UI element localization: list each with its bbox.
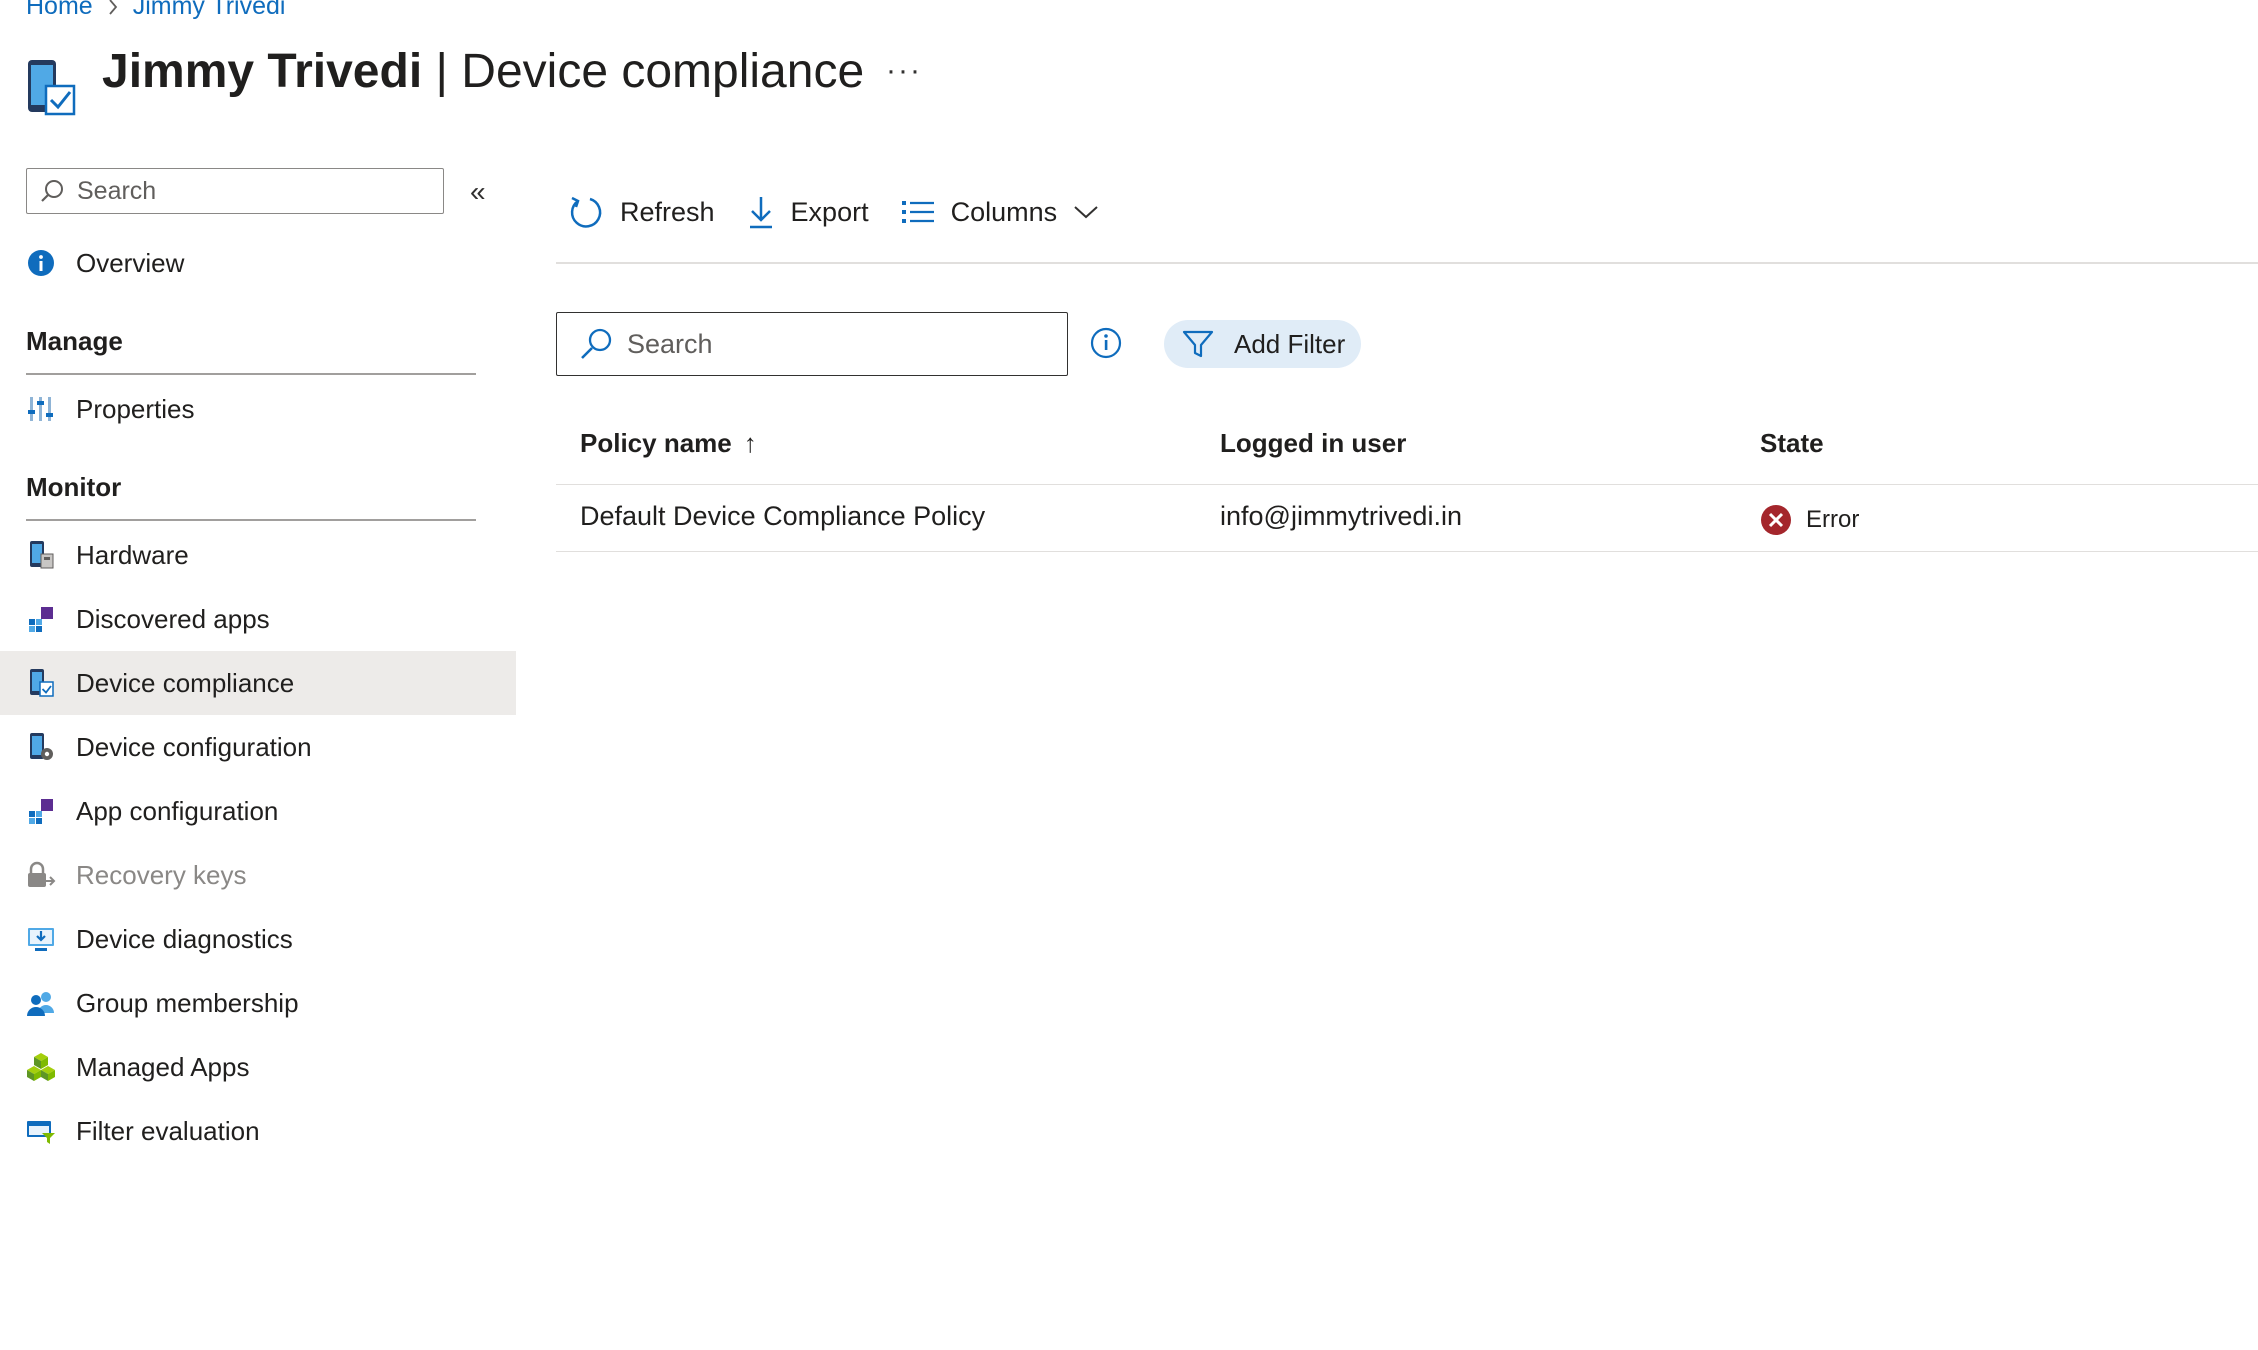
state-cell: Error (1760, 504, 1859, 536)
section-heading-manage: Manage (26, 326, 123, 356)
sidebar-item-label: Managed Apps (76, 1051, 250, 1082)
filter-evaluation-icon (26, 1116, 56, 1146)
sidebar-item-label: Discovered apps (76, 603, 270, 634)
group-membership-icon (26, 988, 56, 1018)
section-divider (26, 373, 476, 375)
breadcrumb-home[interactable]: Home (26, 0, 93, 21)
sidebar-item-group-membership[interactable]: Group membership (0, 971, 516, 1035)
main-search-input[interactable] (613, 327, 1067, 361)
chevron-right-icon (107, 0, 119, 16)
table-header: Policy name ↑ Logged in user State (556, 414, 2258, 485)
sidebar-item-label: Device diagnostics (76, 923, 293, 954)
sidebar-item-hardware[interactable]: Hardware (0, 523, 516, 587)
refresh-icon (568, 194, 604, 230)
sidebar-item-filter-evaluation[interactable]: Filter evaluation (0, 1099, 516, 1163)
table-row[interactable]: Default Device Compliance Policy info@ji… (556, 485, 2258, 552)
hardware-icon (26, 540, 56, 570)
column-header-logged-in-user[interactable]: Logged in user (1220, 428, 1406, 459)
breadcrumb: Home Jimmy Trivedi (26, 0, 285, 21)
sidebar-item-recovery-keys[interactable]: Recovery keys (0, 843, 516, 907)
sidebar-item-label: Overview (76, 247, 185, 278)
properties-icon (26, 394, 56, 424)
section-heading-monitor: Monitor (26, 472, 122, 502)
sidebar-item-label: Properties (76, 393, 195, 424)
filter-icon (1182, 329, 1214, 359)
page-title-device-name: Jimmy Trivedi (102, 45, 423, 98)
sort-ascending-icon: ↑ (743, 428, 757, 458)
managed-apps-icon (26, 1052, 56, 1082)
breadcrumb-jimmy-trivedi[interactable]: Jimmy Trivedi (133, 0, 286, 21)
columns-button[interactable]: Columns (901, 197, 1100, 228)
policy-name-cell[interactable]: Default Device Compliance Policy (580, 501, 985, 532)
command-bar-divider (556, 262, 2258, 264)
column-header-label: Policy name (580, 428, 732, 458)
sidebar-item-label: App configuration (76, 795, 279, 826)
device-compliance-header-icon (26, 58, 78, 118)
sidebar-item-discovered-apps[interactable]: Discovered apps (0, 587, 516, 651)
device-compliance-icon (26, 668, 56, 698)
column-header-label: Logged in user (1220, 428, 1407, 458)
sidebar-search-input[interactable] (65, 175, 443, 207)
main-search-box[interactable] (556, 312, 1068, 376)
sidebar-item-label: Device compliance (76, 667, 295, 698)
sidebar-item-label: Filter evaluation (76, 1115, 260, 1146)
command-bar: Refresh Export Columns (568, 194, 1131, 230)
sidebar-item-device-diagnostics[interactable]: Device diagnostics (0, 907, 516, 971)
search-icon (579, 327, 613, 361)
sidebar-item-device-compliance[interactable]: Device compliance (0, 651, 516, 715)
sidebar-item-app-configuration[interactable]: App configuration (0, 779, 516, 843)
search-icon (39, 178, 65, 204)
section-divider (26, 519, 476, 521)
info-icon[interactable] (1090, 327, 1122, 364)
sidebar-item-label: Group membership (76, 987, 299, 1018)
info-icon (26, 248, 56, 278)
sidebar-item-overview[interactable]: Overview (0, 231, 516, 295)
sidebar-item-label: Device configuration (76, 731, 312, 762)
state-label: Error (1806, 506, 1860, 533)
refresh-button[interactable]: Refresh (568, 194, 715, 230)
chevron-down-icon (1073, 204, 1099, 220)
refresh-label: Refresh (620, 196, 715, 227)
column-header-policy-name[interactable]: Policy name ↑ (580, 428, 757, 459)
more-options-button[interactable]: ··· (886, 54, 922, 88)
recovery-keys-icon (26, 860, 56, 890)
column-header-label: State (1760, 428, 1824, 458)
export-button[interactable]: Export (747, 194, 869, 230)
export-label: Export (790, 196, 869, 227)
compliance-table: Policy name ↑ Logged in user State Defau… (556, 414, 2258, 552)
device-diagnostics-icon (26, 924, 56, 954)
page-title: Jimmy Trivedi | Device compliance (102, 44, 864, 99)
collapse-sidebar-button[interactable]: « (470, 176, 486, 208)
discovered-apps-icon (26, 604, 56, 634)
column-header-state[interactable]: State (1760, 428, 1824, 459)
columns-icon (901, 198, 935, 226)
add-filter-button[interactable]: Add Filter (1164, 320, 1362, 368)
download-icon (747, 194, 775, 230)
sidebar-item-label: Hardware (76, 539, 189, 570)
logged-in-user-cell: info@jimmytrivedi.in (1220, 501, 1462, 531)
error-icon (1760, 504, 1792, 536)
sidebar-item-label: Recovery keys (76, 859, 247, 890)
sidebar-item-device-configuration[interactable]: Device configuration (0, 715, 516, 779)
columns-label: Columns (950, 196, 1058, 227)
sidebar-search-box[interactable] (26, 168, 444, 214)
add-filter-label: Add Filter (1234, 328, 1346, 359)
device-configuration-icon (26, 732, 56, 762)
page-title-blade: | Device compliance (422, 45, 865, 98)
app-configuration-icon (26, 796, 56, 826)
sidebar-item-properties[interactable]: Properties (0, 377, 516, 441)
sidebar-item-managed-apps[interactable]: Managed Apps (0, 1035, 516, 1099)
